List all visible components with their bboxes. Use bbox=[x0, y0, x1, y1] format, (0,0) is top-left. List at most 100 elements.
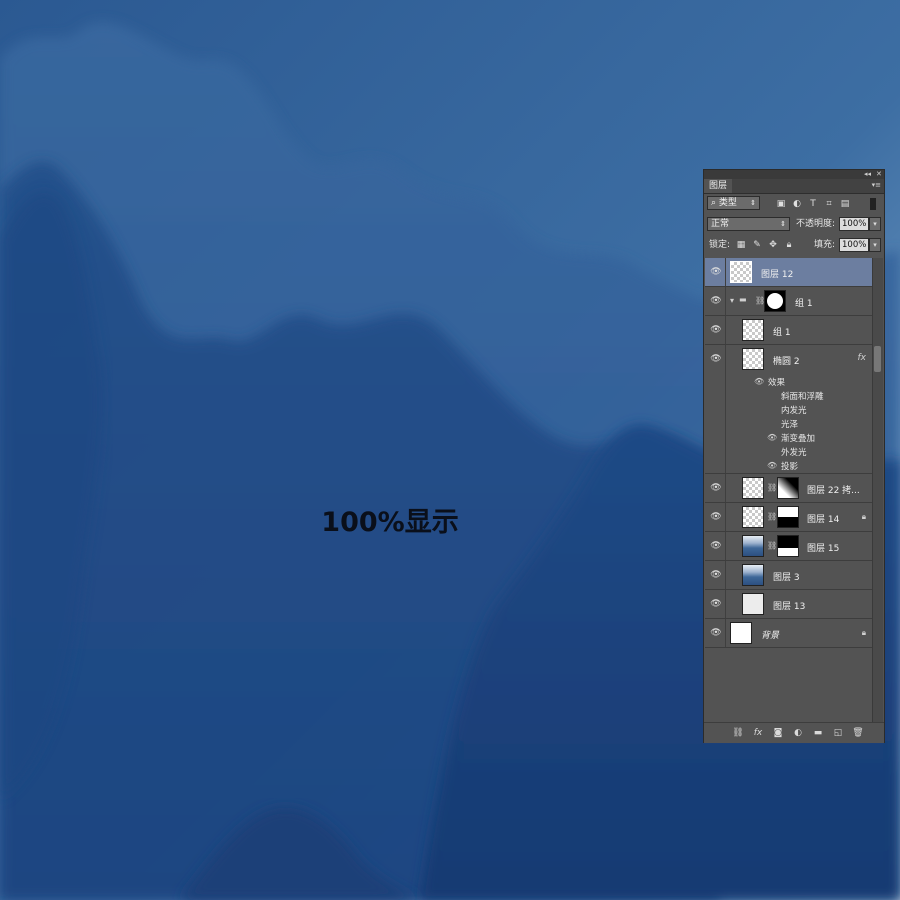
panel-bottom-bar: ⛓︎ fx ◙ ◐ ▬ ◱ 🗑︎ bbox=[704, 722, 884, 743]
lock-row: 锁定: ▦ ✎ ✥ 🔒︎ 填充: 100% ▾ bbox=[704, 238, 884, 256]
visibility-eye-icon[interactable]: 👁︎ bbox=[709, 541, 723, 551]
fx-badge-icon[interactable]: fx bbox=[858, 353, 867, 363]
layer-row[interactable]: 👁︎ ⛓︎ 图层 14 🔒︎ bbox=[705, 503, 872, 532]
collapse-panel-icon[interactable]: ◂◂ bbox=[864, 170, 871, 179]
layer-name[interactable]: 图层 13 bbox=[773, 599, 805, 612]
layer-list-scrollbar[interactable] bbox=[872, 258, 883, 724]
scroll-thumb[interactable] bbox=[874, 346, 881, 372]
expand-arrow-icon[interactable]: ▾ bbox=[730, 296, 734, 305]
layer-row[interactable]: 👁︎ 图层 13 bbox=[705, 590, 872, 619]
opacity-field[interactable]: 100% bbox=[839, 217, 869, 231]
effect-eye-icon[interactable]: 👁︎ bbox=[767, 433, 777, 442]
lock-label: 锁定: bbox=[709, 240, 731, 250]
row-divider bbox=[725, 532, 726, 560]
trash-icon[interactable]: 🗑︎ bbox=[852, 727, 864, 739]
lock-brush-icon[interactable]: ✎ bbox=[752, 240, 762, 250]
chain-link-icon[interactable]: ⛓︎ bbox=[767, 541, 777, 550]
opacity-stepper[interactable]: ▾ bbox=[869, 217, 881, 231]
mask-thumbnail[interactable] bbox=[777, 506, 799, 528]
layer-name[interactable]: 图层 3 bbox=[773, 570, 800, 583]
layer-row[interactable]: 👁︎ 背景 🔒︎ bbox=[705, 619, 872, 648]
layer-lock-icon: 🔒︎ bbox=[861, 628, 866, 637]
adjustment-filter-icon[interactable]: ◐ bbox=[792, 199, 802, 209]
image-filter-icon[interactable]: ▣ bbox=[776, 199, 786, 209]
layer-thumbnail bbox=[742, 593, 764, 615]
layer-list: 👁︎ 图层 12 👁︎ ▾ ▬ ⛓︎ 组 1 👁︎ 组 1 👁︎ 椭圆 2 fx… bbox=[705, 258, 872, 724]
new-layer-icon[interactable]: ◱ bbox=[832, 727, 844, 739]
visibility-eye-icon[interactable]: 👁︎ bbox=[709, 570, 723, 580]
layer-name[interactable]: 图层 15 bbox=[807, 541, 839, 554]
effect-item[interactable]: 投影 bbox=[781, 460, 798, 472]
filter-kind-dropdown[interactable]: ⌕ 类型 ⇕ bbox=[707, 196, 760, 210]
effects-eye-icon[interactable]: 👁︎ bbox=[754, 377, 764, 386]
row-divider bbox=[725, 258, 726, 286]
opacity-label: 不透明度: bbox=[796, 219, 836, 229]
layer-name[interactable]: 图层 14 bbox=[807, 512, 839, 525]
effect-item[interactable]: 斜面和浮雕 bbox=[781, 390, 824, 402]
mask-icon[interactable]: ◙ bbox=[772, 727, 784, 739]
row-divider bbox=[725, 316, 726, 344]
visibility-eye-icon[interactable]: 👁︎ bbox=[709, 267, 723, 277]
mask-thumbnail[interactable] bbox=[764, 290, 786, 312]
effect-item[interactable]: 外发光 bbox=[781, 446, 807, 458]
layer-name[interactable]: 组 1 bbox=[795, 296, 813, 309]
row-divider bbox=[725, 287, 726, 315]
filter-row: ⌕ 类型 ⇕ ▣ ◐ T ⌗ ▤ bbox=[704, 196, 884, 214]
fill-stepper[interactable]: ▾ bbox=[869, 238, 881, 252]
visibility-eye-icon[interactable]: 👁︎ bbox=[709, 483, 723, 493]
chain-link-icon[interactable]: ⛓︎ bbox=[767, 512, 777, 521]
effect-item[interactable]: 光泽 bbox=[781, 418, 798, 430]
lock-move-icon[interactable]: ✥ bbox=[768, 240, 778, 250]
layer-row[interactable]: 👁︎ ⛓︎ 图层 15 bbox=[705, 532, 872, 561]
group-folder-icon[interactable]: ▬ bbox=[812, 727, 824, 739]
lock-transparent-icon[interactable]: ▦ bbox=[736, 240, 746, 250]
smart-object-filter-icon[interactable]: ▤ bbox=[840, 199, 850, 209]
layer-name[interactable]: 图层 12 bbox=[761, 267, 793, 280]
search-icon: ⌕ bbox=[711, 198, 717, 208]
close-panel-icon[interactable]: ✕ bbox=[876, 170, 882, 179]
mask-thumbnail[interactable] bbox=[777, 477, 799, 499]
layer-name[interactable]: 图层 22 拷... bbox=[807, 483, 860, 496]
layer-row[interactable]: 👁︎ ▾ ▬ ⛓︎ 组 1 bbox=[705, 287, 872, 316]
shape-filter-icon[interactable]: ⌗ bbox=[824, 199, 834, 209]
adjustment-icon[interactable]: ◐ bbox=[792, 727, 804, 739]
blend-mode-dropdown[interactable]: 正常 ⇕ bbox=[707, 217, 790, 231]
effect-eye-icon[interactable]: 👁︎ bbox=[767, 461, 777, 470]
fill-field[interactable]: 100% bbox=[839, 238, 869, 252]
lock-all-icon[interactable]: 🔒︎ bbox=[784, 240, 794, 250]
panel-menu-icon[interactable]: ▾≡ bbox=[872, 181, 881, 189]
layer-row[interactable]: 👁︎ 组 1 bbox=[705, 316, 872, 345]
row-divider bbox=[725, 474, 726, 502]
layer-thumbnail bbox=[742, 477, 764, 499]
zoom-caption: 100%显示 bbox=[321, 507, 459, 538]
row-divider bbox=[725, 561, 726, 589]
mask-thumbnail[interactable] bbox=[777, 535, 799, 557]
layer-row[interactable]: 👁︎ 椭圆 2 fx 👁︎ 效果 斜面和浮雕 内发光 光泽 👁︎ 渐变叠加 外发… bbox=[705, 345, 872, 474]
layer-name[interactable]: 椭圆 2 bbox=[773, 354, 800, 367]
link-layers-icon[interactable]: ⛓︎ bbox=[732, 727, 744, 739]
layer-name[interactable]: 组 1 bbox=[773, 325, 791, 338]
visibility-eye-icon[interactable]: 👁︎ bbox=[709, 599, 723, 609]
blend-mode-value: 正常 bbox=[711, 219, 730, 229]
layer-lock-icon: 🔒︎ bbox=[861, 512, 866, 521]
visibility-eye-icon[interactable]: 👁︎ bbox=[709, 354, 723, 364]
effect-item[interactable]: 渐变叠加 bbox=[781, 432, 815, 444]
visibility-eye-icon[interactable]: 👁︎ bbox=[709, 512, 723, 522]
visibility-eye-icon[interactable]: 👁︎ bbox=[709, 296, 723, 306]
layer-thumbnail bbox=[730, 622, 752, 644]
tab-layers[interactable]: 图层 bbox=[704, 179, 733, 193]
visibility-eye-icon[interactable]: 👁︎ bbox=[709, 628, 723, 638]
visibility-eye-icon[interactable]: 👁︎ bbox=[709, 325, 723, 335]
chain-link-icon[interactable]: ⛓︎ bbox=[767, 483, 777, 492]
effect-item[interactable]: 内发光 bbox=[781, 404, 807, 416]
layer-thumbnail bbox=[742, 319, 764, 341]
type-filter-icon[interactable]: T bbox=[808, 199, 818, 209]
filter-toggle[interactable] bbox=[870, 198, 876, 210]
row-divider bbox=[725, 619, 726, 647]
layer-thumbnail bbox=[730, 261, 752, 283]
fx-icon[interactable]: fx bbox=[752, 727, 764, 739]
layer-row[interactable]: 👁︎ 图层 12 bbox=[705, 258, 872, 287]
layer-name[interactable]: 背景 bbox=[761, 628, 779, 641]
layer-row[interactable]: 👁︎ ⛓︎ 图层 22 拷... bbox=[705, 474, 872, 503]
layer-row[interactable]: 👁︎ 图层 3 bbox=[705, 561, 872, 590]
